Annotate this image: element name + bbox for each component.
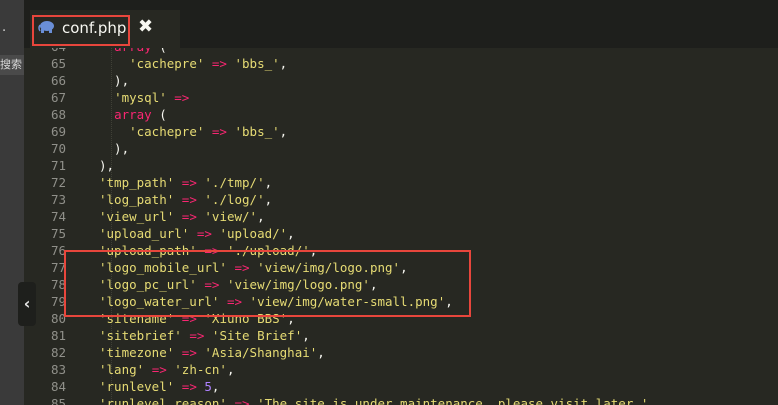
code-line[interactable]: 83 'lang' => 'zh-cn', [24, 361, 778, 378]
tab-highlight-box [32, 15, 130, 46]
code-line[interactable]: 68 array ( [24, 106, 778, 123]
code-line[interactable]: 67 'mysql' => [24, 89, 778, 106]
code-text: 'mysql' => [114, 90, 190, 105]
line-number: 85 [50, 396, 66, 405]
code-lines: 64 array (65 'cachepre' => 'bbs_',66 ),6… [24, 48, 778, 405]
code-line[interactable]: 71), [24, 157, 778, 174]
code-text: ), [99, 141, 130, 156]
sidebar-fragment: . [2, 20, 7, 35]
line-number: 68 [50, 107, 66, 122]
line-number: 64 [24, 48, 66, 55]
line-number: 84 [50, 379, 66, 394]
line-number: 81 [50, 328, 66, 343]
line-number: 70 [50, 141, 66, 156]
code-text: 'runlevel_reason' => 'The site is under … [99, 396, 656, 405]
code-text: 'cachepre' => 'bbs_', [129, 56, 288, 71]
code-line[interactable]: 72 'tmp_path' => './tmp/', [24, 174, 778, 191]
line-number: 69 [50, 124, 66, 139]
line-number: 67 [50, 90, 66, 105]
code-line[interactable]: 65 'cachepre' => 'bbs_', [24, 55, 778, 72]
code-text: array ( [99, 48, 167, 55]
line-number: 65 [50, 56, 66, 71]
code-text: 'log_path' => './log/', [99, 192, 273, 207]
line-number: 66 [50, 73, 66, 88]
code-text: 'sitebrief' => 'Site Brief', [99, 328, 310, 343]
line-number: 74 [50, 209, 66, 224]
tab-bar: conf.php ✖ [24, 0, 778, 48]
close-icon[interactable]: ✖ [138, 16, 153, 37]
logo-lines-highlight-box [64, 250, 471, 317]
line-number: 75 [50, 226, 66, 241]
code-text: 'lang' => 'zh-cn', [99, 362, 235, 377]
collapse-sidebar-button[interactable]: ‹ [18, 282, 36, 326]
code-line[interactable]: 74 'view_url' => 'view/', [24, 208, 778, 225]
line-number: 82 [50, 345, 66, 360]
code-line[interactable]: 66 ), [24, 72, 778, 89]
code-line[interactable]: 70 ), [24, 140, 778, 157]
code-line[interactable]: 69 'cachepre' => 'bbs_', [24, 123, 778, 140]
line-number: 76 [50, 243, 66, 258]
code-text: ), [99, 73, 130, 88]
code-line[interactable]: 73 'log_path' => './log/', [24, 191, 778, 208]
line-number: 72 [50, 175, 66, 190]
file-sidebar-strip: . 搜索 [0, 0, 24, 405]
code-line[interactable]: 75 'upload_url' => 'upload/', [24, 225, 778, 242]
line-number: 77 [50, 260, 66, 275]
code-text: 'tmp_path' => './tmp/', [99, 175, 273, 190]
code-editor[interactable]: 64 array (65 'cachepre' => 'bbs_',66 ),6… [24, 48, 778, 405]
code-text: 'runlevel' => 5, [99, 379, 220, 394]
code-line[interactable]: 64 array ( [24, 48, 778, 55]
code-text: array ( [114, 107, 167, 122]
line-number: 83 [50, 362, 66, 377]
line-number: 73 [50, 192, 66, 207]
sidebar-search-fragment[interactable]: 搜索 [0, 55, 24, 75]
code-line[interactable]: 85 'runlevel_reason' => 'The site is unde… [24, 395, 778, 405]
code-text: 'cachepre' => 'bbs_', [129, 124, 288, 139]
code-text: 'view_url' => 'view/', [99, 209, 265, 224]
code-text: 'timezone' => 'Asia/Shanghai', [99, 345, 325, 360]
code-line[interactable]: 84 'runlevel' => 5, [24, 378, 778, 395]
code-text: 'upload_url' => 'upload/', [99, 226, 295, 241]
line-number: 71 [50, 158, 66, 173]
code-text: ), [99, 158, 115, 173]
code-line[interactable]: 82 'timezone' => 'Asia/Shanghai', [24, 344, 778, 361]
code-line[interactable]: 81 'sitebrief' => 'Site Brief', [24, 327, 778, 344]
